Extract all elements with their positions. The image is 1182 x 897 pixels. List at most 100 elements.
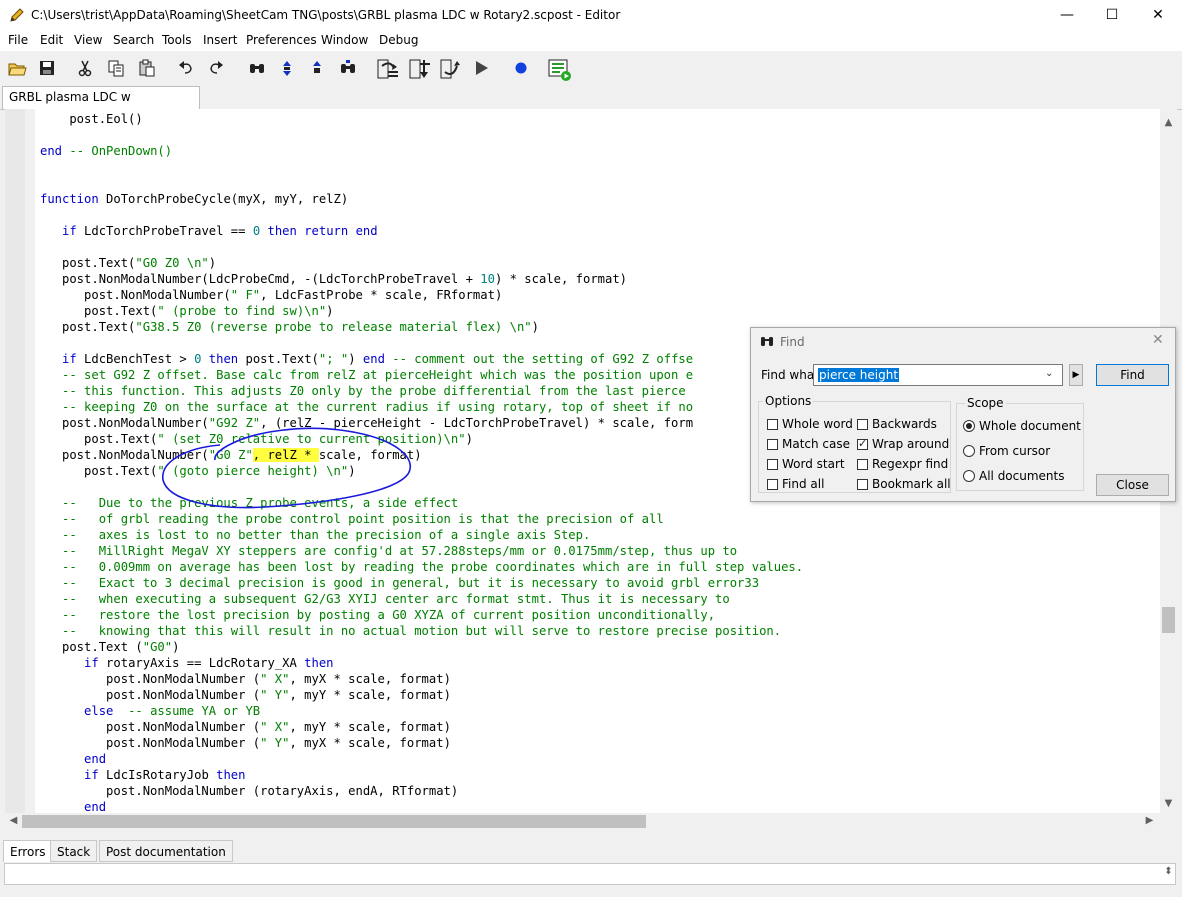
menu-debug[interactable]: Debug xyxy=(379,33,418,47)
option-whole-word[interactable]: Whole word xyxy=(767,417,853,431)
tab-stack[interactable]: Stack xyxy=(50,840,98,862)
code-line[interactable]: if LdcBenchTest > 0 then post.Text("; ")… xyxy=(40,351,693,367)
checkbox-icon[interactable] xyxy=(857,419,868,430)
step-into-icon[interactable] xyxy=(408,58,430,79)
find-history-button[interactable]: ▶ xyxy=(1069,364,1083,386)
option-word-start[interactable]: Word start xyxy=(767,457,845,471)
code-line[interactable]: if LdcIsRotaryJob then xyxy=(40,767,245,783)
code-line[interactable]: post.Eol() xyxy=(40,111,142,127)
checkbox-icon[interactable] xyxy=(767,439,778,450)
run-to-cursor-icon[interactable] xyxy=(547,58,571,81)
option-regexpr-find[interactable]: Regexpr find xyxy=(857,457,948,471)
step-over-icon[interactable] xyxy=(376,58,398,79)
code-line[interactable]: if LdcTorchProbeTravel == 0 then return … xyxy=(40,223,378,239)
checkbox-icon[interactable] xyxy=(767,419,778,430)
code-line[interactable]: post.NonModalNumber("G0 Z", relZ * scale… xyxy=(40,447,422,463)
option-wrap-around[interactable]: Wrap around xyxy=(857,437,949,451)
option-find-all[interactable]: Find all xyxy=(767,477,824,491)
code-line[interactable]: post.Text("G38.5 Z0 (reverse probe to re… xyxy=(40,319,539,335)
option-match-case[interactable]: Match case xyxy=(767,437,850,451)
code-line[interactable]: post.Text("G0 Z0 \n") xyxy=(40,255,216,271)
code-line[interactable]: -- restore the lost precision by posting… xyxy=(40,607,715,623)
scroll-down-arrow-icon[interactable]: ▼ xyxy=(1160,798,1177,809)
redo-icon[interactable] xyxy=(206,58,228,78)
minimize-button[interactable]: — xyxy=(1044,0,1090,31)
menu-view[interactable]: View xyxy=(74,33,102,47)
save-icon[interactable] xyxy=(37,58,59,78)
code-line[interactable]: post.NonModalNumber(LdcProbeCmd, -(LdcTo… xyxy=(40,271,627,287)
code-line[interactable]: -- axes is lost to no better than the pr… xyxy=(40,527,590,543)
find-next-icon[interactable] xyxy=(277,58,299,78)
code-line[interactable]: end -- OnPenDown() xyxy=(40,143,172,159)
code-line[interactable]: if rotaryAxis == LdcRotary_XA then xyxy=(40,655,334,671)
code-line[interactable]: post.NonModalNumber (rotaryAxis, endA, R… xyxy=(40,783,458,799)
code-line[interactable]: -- keeping Z0 on the surface at the curr… xyxy=(40,399,693,415)
find-button[interactable]: Find xyxy=(1096,364,1169,386)
code-line[interactable]: -- set G92 Z offset. Base calc from relZ… xyxy=(40,367,693,383)
radio-icon[interactable] xyxy=(963,445,975,457)
horizontal-scroll-thumb[interactable] xyxy=(22,815,646,828)
find-prev-icon[interactable] xyxy=(307,58,329,78)
code-line[interactable]: post.NonModalNumber (" X", myY * scale, … xyxy=(40,719,451,735)
errors-output[interactable] xyxy=(4,863,1176,885)
find-close-icon[interactable]: ✕ xyxy=(1152,332,1164,348)
code-line[interactable]: post.NonModalNumber(" F", LdcFastProbe *… xyxy=(40,287,502,303)
code-line[interactable]: -- 0.009mm on average has been lost by r… xyxy=(40,559,803,575)
code-line[interactable]: -- Exact to 3 decimal precision is good … xyxy=(40,575,759,591)
close-window-button[interactable]: ✕ xyxy=(1135,0,1181,31)
cut-icon[interactable] xyxy=(75,58,97,78)
close-button[interactable]: Close xyxy=(1096,474,1169,496)
breakpoint-icon[interactable] xyxy=(511,58,533,78)
scroll-up-arrow-icon[interactable]: ▲ xyxy=(1160,117,1177,128)
radio-icon[interactable] xyxy=(963,470,975,482)
checkbox-icon[interactable] xyxy=(857,479,868,490)
vertical-scroll-thumb[interactable] xyxy=(1162,607,1175,633)
code-line[interactable]: -- knowing that this will result in no a… xyxy=(40,623,781,639)
menu-file[interactable]: File xyxy=(8,33,28,47)
find-dropdown-icon[interactable]: ⌄ xyxy=(1045,368,1053,379)
scope-all-documents[interactable]: All documents xyxy=(963,469,1065,483)
code-line[interactable]: function DoTorchProbeCycle(myX, myY, rel… xyxy=(40,191,348,207)
menu-preferences[interactable]: Preferences xyxy=(246,33,317,47)
code-line[interactable]: -- of grbl reading the probe control poi… xyxy=(40,511,664,527)
code-line[interactable]: post.Text ("G0") xyxy=(40,639,179,655)
option-bookmark-all[interactable]: Bookmark all xyxy=(857,477,951,491)
menu-search[interactable]: Search xyxy=(113,33,154,47)
menu-edit[interactable]: Edit xyxy=(40,33,63,47)
option-backwards[interactable]: Backwards xyxy=(857,417,937,431)
radio-icon[interactable] xyxy=(963,420,975,432)
tab-document[interactable]: GRBL plasma LDC w Rotary2.scpost xyxy=(2,86,200,125)
checkbox-icon[interactable] xyxy=(857,459,868,470)
code-line[interactable]: -- MillRight MegaV XY steppers are confi… xyxy=(40,543,737,559)
paste-icon[interactable] xyxy=(137,58,159,78)
undo-icon[interactable] xyxy=(176,58,198,78)
step-out-icon[interactable] xyxy=(439,58,461,79)
checkbox-icon[interactable] xyxy=(767,479,778,490)
line-gutter[interactable] xyxy=(5,109,25,813)
scope-whole-document[interactable]: Whole document xyxy=(963,419,1081,433)
code-line[interactable]: post.NonModalNumber (" Y", myX * scale, … xyxy=(40,735,451,751)
code-line[interactable]: -- when executing a subsequent G2/G3 XYI… xyxy=(40,591,730,607)
code-line[interactable]: post.NonModalNumber (" Y", myY * scale, … xyxy=(40,687,451,703)
scroll-right-arrow-icon[interactable]: ▶ xyxy=(1141,815,1158,826)
tab-post-documentation[interactable]: Post documentation xyxy=(99,840,233,862)
replace-icon[interactable] xyxy=(338,58,360,78)
checkbox-icon[interactable] xyxy=(767,459,778,470)
code-line[interactable]: end xyxy=(40,751,106,767)
find-icon[interactable] xyxy=(247,58,269,78)
code-line[interactable]: post.Text(" (set Z0 relative to current … xyxy=(40,431,473,447)
run-icon[interactable] xyxy=(472,58,494,78)
menu-tools[interactable]: Tools xyxy=(162,33,192,47)
checkbox-icon[interactable] xyxy=(857,437,868,450)
code-line[interactable]: post.Text(" (goto pierce height) \n") xyxy=(40,463,356,479)
code-line[interactable]: post.Text(" (probe to find sw)\n") xyxy=(40,303,334,319)
code-line[interactable]: -- Due to the previous Z probe events, a… xyxy=(40,495,458,511)
errors-scroll-icon[interactable]: ⬍ xyxy=(1160,866,1177,877)
code-line[interactable]: -- this function. This adjusts Z0 only b… xyxy=(40,383,686,399)
find-what-input[interactable]: pierce height xyxy=(813,364,1063,386)
copy-icon[interactable] xyxy=(106,58,128,78)
scope-from-cursor[interactable]: From cursor xyxy=(963,444,1050,458)
menu-window[interactable]: Window xyxy=(321,33,368,47)
code-line[interactable]: post.NonModalNumber (" X", myX * scale, … xyxy=(40,671,451,687)
code-line[interactable]: else -- assume YA or YB xyxy=(40,703,260,719)
